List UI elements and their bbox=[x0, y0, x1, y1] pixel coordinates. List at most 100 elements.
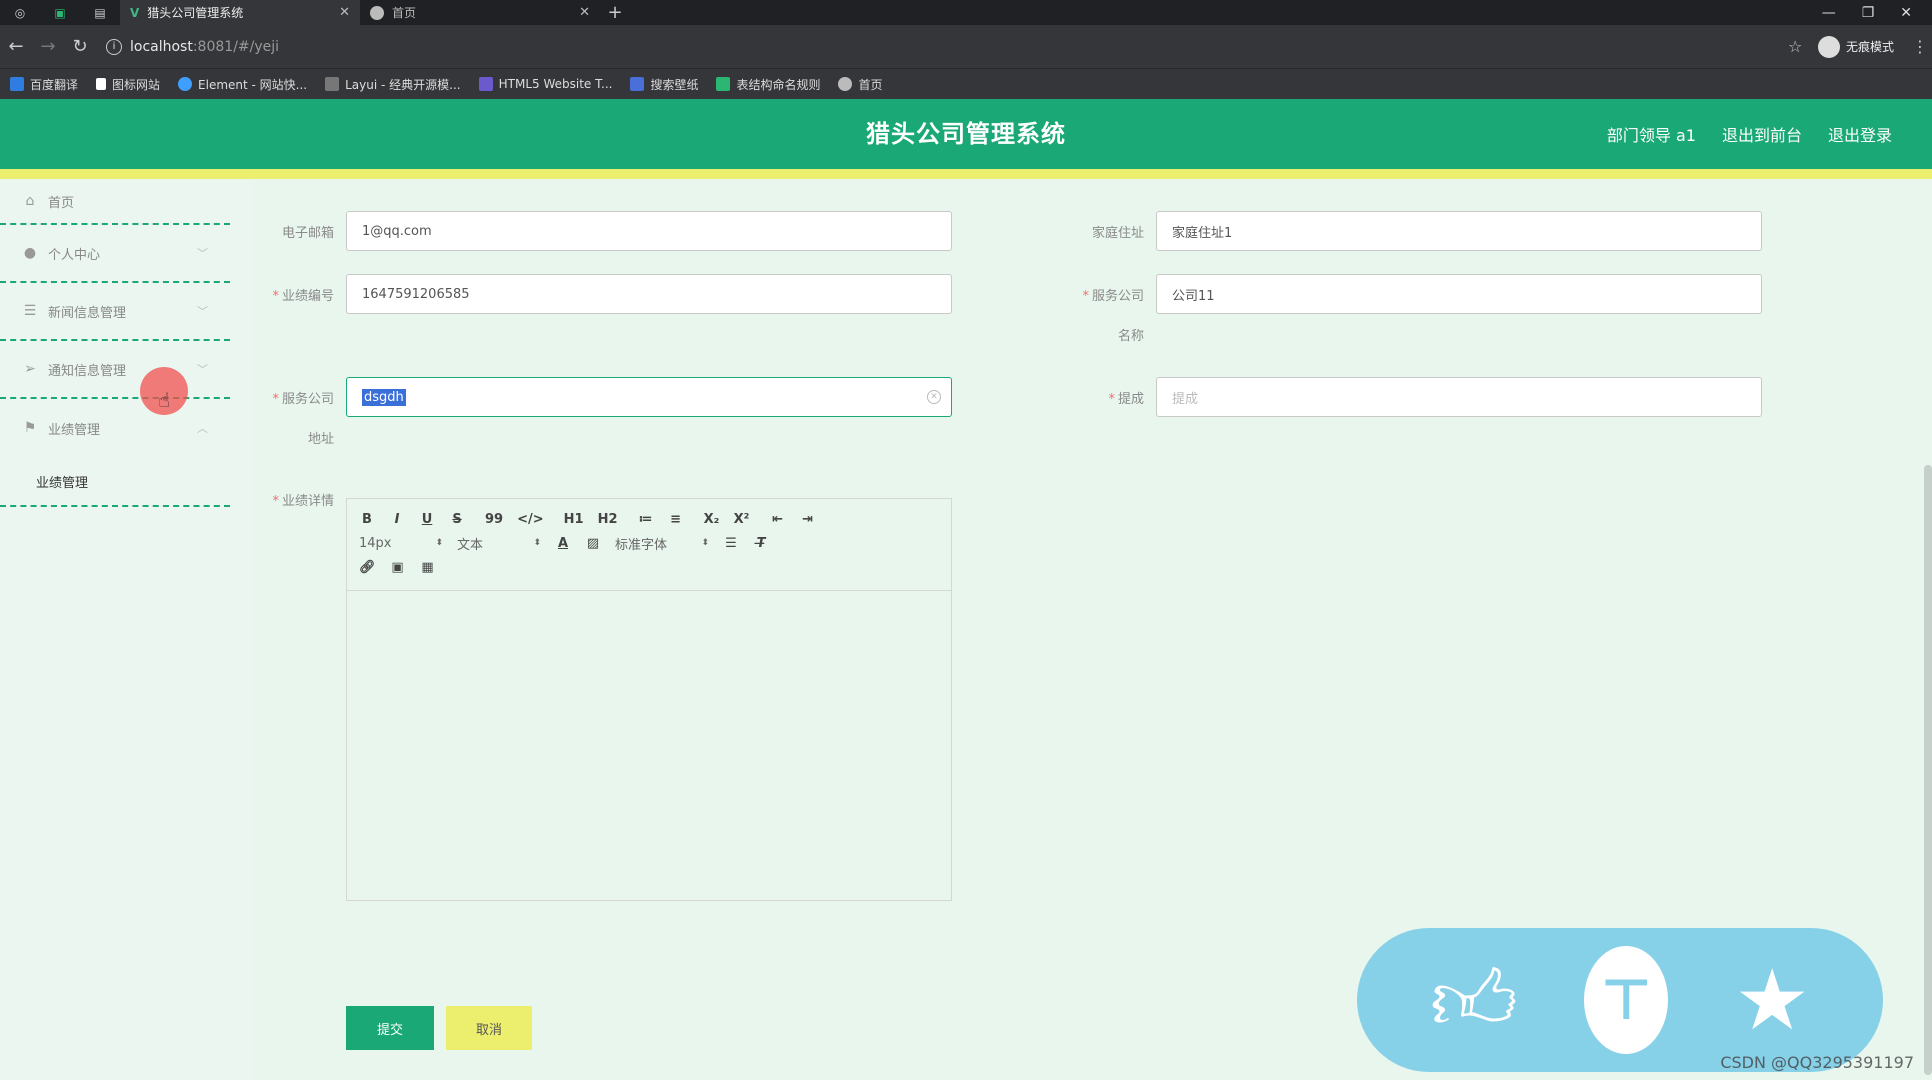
underline-button[interactable]: U bbox=[419, 512, 435, 527]
tab-title: 首页 bbox=[392, 6, 417, 20]
align-icon[interactable]: ☰ bbox=[723, 536, 739, 551]
selected-text: dsgdh bbox=[362, 388, 406, 406]
sidebar-item-label: 个人中心 bbox=[48, 247, 101, 263]
heading1-button[interactable]: H1 bbox=[564, 512, 584, 527]
html5-bookmark-icon bbox=[478, 77, 493, 91]
heading2-button[interactable]: H2 bbox=[598, 512, 618, 527]
clear-input-icon[interactable]: ✕ bbox=[927, 390, 941, 404]
select-arrows-icon: ⬍ bbox=[533, 538, 541, 548]
company-name-field[interactable]: 公司11 bbox=[1156, 274, 1762, 314]
close-tab-icon[interactable]: ✕ bbox=[579, 5, 590, 20]
close-window-icon[interactable]: ✕ bbox=[1900, 5, 1912, 21]
sidebar-item-performance[interactable]: ⚑ 业绩管理 ︿ bbox=[0, 399, 230, 457]
sidebar-item-label: 首页 bbox=[48, 195, 75, 211]
indent-button[interactable]: ⇥ bbox=[800, 512, 816, 527]
bookmark-item[interactable]: 百度翻译 bbox=[10, 76, 78, 93]
cancel-button[interactable]: 取消 bbox=[446, 1006, 532, 1050]
thumbs-up-icon[interactable]: 👍︎ bbox=[1430, 958, 1518, 1042]
reload-icon[interactable]: ↻ bbox=[64, 36, 96, 57]
bookmark-item[interactable]: Element - 网站快... bbox=[178, 76, 307, 93]
forward-arrow-icon[interactable]: → bbox=[32, 36, 64, 57]
email-field[interactable]: 1@qq.com bbox=[346, 211, 952, 251]
incognito-indicator[interactable]: 无痕模式 bbox=[1817, 35, 1894, 58]
sidebar-item-notice[interactable]: ➢ 通知信息管理 ﹀ bbox=[0, 341, 230, 399]
tab-active[interactable]: V 猎头公司管理系统 ✕ bbox=[120, 0, 360, 25]
company-addr-label: * 服务公司 bbox=[272, 392, 334, 407]
info-icon[interactable]: i bbox=[106, 38, 122, 55]
bookmark-item[interactable]: 搜索壁纸 bbox=[630, 76, 698, 93]
new-tab-button[interactable]: + bbox=[600, 2, 630, 23]
exit-to-front-link[interactable]: 退出到前台 bbox=[1722, 122, 1802, 146]
font-color-icon[interactable]: A bbox=[555, 536, 571, 551]
user-icon: ● bbox=[23, 245, 37, 261]
coin-icon[interactable]: ⊤ bbox=[1584, 946, 1669, 1054]
star-icon[interactable]: ★ bbox=[1735, 958, 1810, 1042]
header-accent-line bbox=[0, 169, 1932, 179]
url-path: :8081/#/yeji bbox=[192, 38, 280, 55]
font-family-select[interactable]: 标准字体 ⬍ bbox=[615, 534, 709, 553]
address-field[interactable]: 家庭住址1 bbox=[1156, 211, 1762, 251]
company-addr-field[interactable]: dsgdh ✕ bbox=[346, 377, 952, 417]
perf-no-field[interactable]: 1647591206585 bbox=[346, 274, 952, 314]
clear-format-icon[interactable]: T̶ bbox=[753, 536, 769, 551]
sliders-icon: ☰ bbox=[23, 303, 37, 319]
app-header: 猎头公司管理系统 部门领导 a1 退出到前台 退出登录 bbox=[0, 99, 1932, 169]
hand-cursor-icon: ☝ bbox=[158, 388, 171, 412]
company-addr-label-line2: 地址 bbox=[307, 432, 334, 447]
pinned-tab-icon[interactable]: ▣ bbox=[40, 6, 80, 20]
restore-icon[interactable]: ❐ bbox=[1862, 5, 1875, 21]
sidebar-item-personal[interactable]: ● 个人中心 ﹀ bbox=[0, 225, 230, 283]
bookmark-item[interactable]: HTML5 Website T... bbox=[478, 77, 612, 91]
close-tab-icon[interactable]: ✕ bbox=[339, 5, 350, 20]
subscript-button[interactable]: X₂ bbox=[704, 512, 720, 527]
bold-button[interactable]: B bbox=[359, 512, 375, 527]
image-icon[interactable]: ▣ bbox=[390, 560, 406, 575]
sidebar-item-home[interactable]: ⌂ 首页 bbox=[0, 179, 230, 225]
browser-globe-icon[interactable]: ◎ bbox=[0, 6, 40, 20]
ordered-list-button[interactable]: ≔ bbox=[638, 512, 654, 527]
blockquote-button[interactable]: 99 bbox=[485, 512, 503, 527]
strike-button[interactable]: S bbox=[449, 512, 465, 527]
tab-title: 猎头公司管理系统 bbox=[147, 6, 244, 20]
bookmark-icon bbox=[10, 77, 24, 91]
italic-button[interactable]: I bbox=[389, 512, 405, 527]
detail-label: * 业绩详情 bbox=[272, 494, 334, 509]
bookmark-item[interactable]: Layui - 经典开源模... bbox=[325, 76, 461, 93]
font-size-select[interactable]: 14px ⬍ bbox=[359, 536, 443, 551]
email-label: 电子邮箱 bbox=[281, 226, 334, 241]
bookmark-item[interactable]: 图标网站 bbox=[96, 76, 160, 93]
triple-action-overlay: 👍︎ ⊤ ★ bbox=[1357, 928, 1883, 1072]
tab-home[interactable]: 首页 ✕ bbox=[360, 0, 600, 25]
sidebar-subitem-performance[interactable]: 业绩管理 bbox=[0, 457, 230, 507]
bullet-list-button[interactable]: ≡ bbox=[668, 512, 684, 527]
superscript-button[interactable]: X² bbox=[734, 512, 750, 527]
submit-button[interactable]: 提交 bbox=[346, 1006, 434, 1050]
page-scrollbar[interactable] bbox=[1924, 465, 1932, 1075]
back-arrow-icon[interactable]: ← bbox=[0, 36, 32, 57]
commission-field[interactable]: 提成 bbox=[1156, 377, 1762, 417]
editor-content-area[interactable] bbox=[347, 591, 951, 900]
table-bookmark-icon bbox=[716, 77, 731, 91]
commission-label: * 提成 bbox=[1108, 392, 1144, 407]
bookmark-star-icon[interactable]: ☆ bbox=[1788, 37, 1818, 56]
incognito-avatar-icon bbox=[1817, 35, 1840, 58]
pinned-tab-icon-2[interactable]: ▤ bbox=[80, 6, 120, 20]
video-icon[interactable]: ▦ bbox=[420, 560, 436, 575]
text-type-select[interactable]: 文本 ⬍ bbox=[457, 534, 541, 553]
bookmarks-bar: 百度翻译 图标网站 Element - 网站快... Layui - 经典开源模… bbox=[0, 68, 1932, 99]
background-color-icon[interactable]: ▨ bbox=[585, 536, 601, 551]
wallpaper-bookmark-icon bbox=[630, 77, 645, 91]
bookmark-item[interactable]: 首页 bbox=[838, 76, 883, 93]
menu-kebab-icon[interactable]: ⋮ bbox=[1912, 37, 1932, 56]
editor-toolbar: B I U S 99 </> H1 H2 ≔ ≡ X₂ X² ⇤ ⇥ 14px ⬍… bbox=[347, 499, 951, 591]
code-block-button[interactable]: </> bbox=[517, 512, 544, 527]
minimize-icon[interactable]: — bbox=[1822, 5, 1836, 21]
sidebar-item-news[interactable]: ☰ 新闻信息管理 ﹀ bbox=[0, 283, 230, 341]
url-field[interactable]: i localhost:8081/#/yeji bbox=[106, 38, 1788, 55]
logout-link[interactable]: 退出登录 bbox=[1828, 122, 1892, 146]
link-icon[interactable]: 🔗︎ bbox=[359, 560, 376, 575]
chevron-down-icon: ﹀ bbox=[197, 363, 208, 376]
select-arrows-icon: ⬍ bbox=[435, 538, 443, 548]
outdent-button[interactable]: ⇤ bbox=[770, 512, 786, 527]
bookmark-item[interactable]: 表结构命名规则 bbox=[716, 76, 820, 93]
